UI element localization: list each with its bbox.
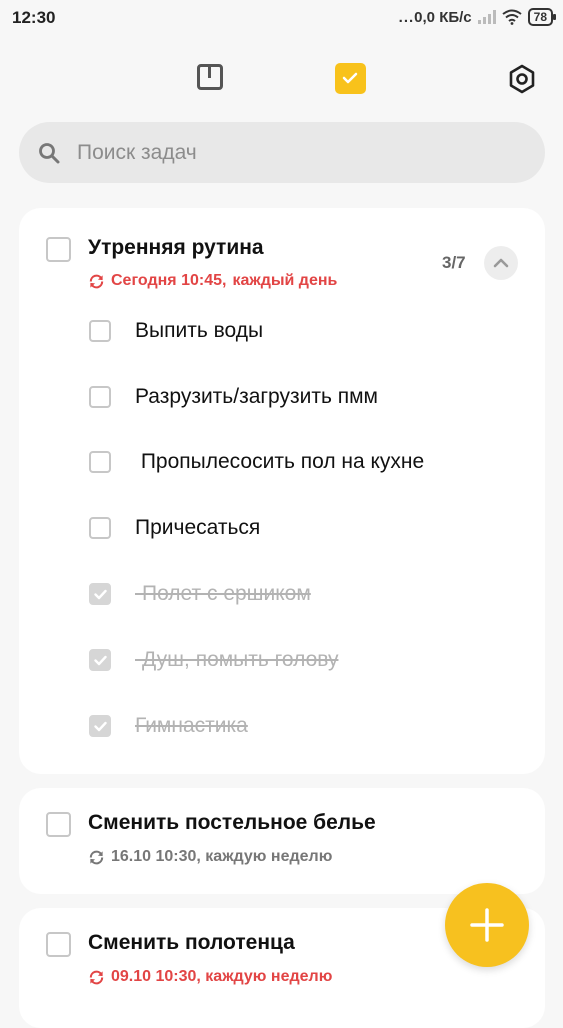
- subtask-item[interactable]: -Душ, помыть голову: [89, 641, 529, 681]
- task-title: Сменить полотенца: [88, 931, 295, 954]
- task-reminder: 09.10 10:30, каждую неделю: [88, 968, 332, 986]
- subtask-progress: 3/7: [442, 253, 466, 272]
- task-title: Сменить постельное белье: [88, 811, 376, 834]
- task-card[interactable]: Утренняя рутина Сегодня 10:45, каждый де…: [19, 208, 545, 774]
- subtask-checkbox[interactable]: [89, 583, 111, 605]
- chevron-up-icon: [493, 258, 509, 268]
- subtask-label: -Душ, помыть голову: [135, 648, 339, 671]
- status-time: 12:30: [12, 8, 56, 27]
- subtask-label: Разрузить/загрузить пмм: [135, 385, 378, 408]
- subtask-label: Пропылесосить пол на кухне: [135, 450, 425, 473]
- subtask-item[interactable]: Разрузить/загрузить пмм: [89, 378, 529, 418]
- repeat-icon: [89, 970, 104, 984]
- subtask-checkbox[interactable]: [89, 649, 111, 671]
- check-icon: [94, 589, 107, 600]
- task-reminder: 16.10 10:30, каждую неделю: [88, 848, 332, 866]
- tasks-checkbox-icon[interactable]: [335, 63, 366, 94]
- subtask-checkbox[interactable]: [89, 715, 111, 737]
- subtask-item[interactable]: Причесаться: [89, 509, 529, 549]
- top-bar: [0, 56, 563, 104]
- task-date: Сегодня 10:45,: [111, 272, 227, 289]
- task-meta-text: 16.10 10:30, каждую неделю: [111, 848, 333, 865]
- subtask-label: Выпить воды: [135, 319, 264, 342]
- search-icon: [39, 143, 60, 164]
- subtask-item[interactable]: Пропылесосить пол на кухне: [89, 443, 529, 483]
- check-icon: [94, 655, 107, 666]
- task-reminder: Сегодня 10:45, каждый день: [88, 272, 337, 290]
- collapse-button[interactable]: [484, 246, 518, 280]
- task-card[interactable]: Сменить постельное белье 16.10 10:30, ка…: [19, 788, 545, 894]
- search-bar[interactable]: [19, 122, 545, 183]
- subtask-checkbox[interactable]: [89, 320, 111, 342]
- task-repeat: каждый день: [232, 272, 338, 289]
- subtask-label: Причесаться: [135, 516, 261, 539]
- check-icon: [94, 721, 107, 732]
- subtask-checkbox[interactable]: [89, 517, 111, 539]
- battery-indicator: 78: [527, 8, 557, 26]
- subtask-item[interactable]: Гимнастика: [89, 707, 529, 747]
- add-task-button[interactable]: [445, 883, 529, 967]
- subtask-label: -Полет с ершиком: [135, 582, 311, 605]
- status-indicators: ... 0,0 КБ/с 78: [398, 8, 557, 26]
- repeat-icon: [89, 274, 104, 288]
- task-checkbox[interactable]: [46, 812, 71, 837]
- notes-icon[interactable]: [197, 64, 223, 90]
- subtask-item[interactable]: -Полет с ершиком: [89, 575, 529, 615]
- task-meta-text: 09.10 10:30, каждую неделю: [111, 968, 333, 985]
- task-checkbox[interactable]: [46, 237, 71, 262]
- subtask-checkbox[interactable]: [89, 451, 111, 473]
- subtask-label: Гимнастика: [135, 714, 248, 737]
- plus-icon: [470, 908, 504, 942]
- network-speed: 0,0 КБ/с: [414, 8, 472, 26]
- notification-dots: ...: [398, 8, 415, 26]
- settings-icon[interactable]: [507, 64, 537, 94]
- wifi-icon: [502, 9, 522, 25]
- subtask-checkbox[interactable]: [89, 386, 111, 408]
- task-title: Утренняя рутина: [88, 236, 264, 259]
- repeat-icon: [89, 850, 104, 864]
- status-bar: 12:30 ... 0,0 КБ/с 78: [0, 0, 563, 40]
- search-input[interactable]: [77, 122, 507, 183]
- task-checkbox[interactable]: [46, 932, 71, 957]
- subtask-item[interactable]: Выпить воды: [89, 312, 529, 352]
- signal-icon: [477, 10, 496, 24]
